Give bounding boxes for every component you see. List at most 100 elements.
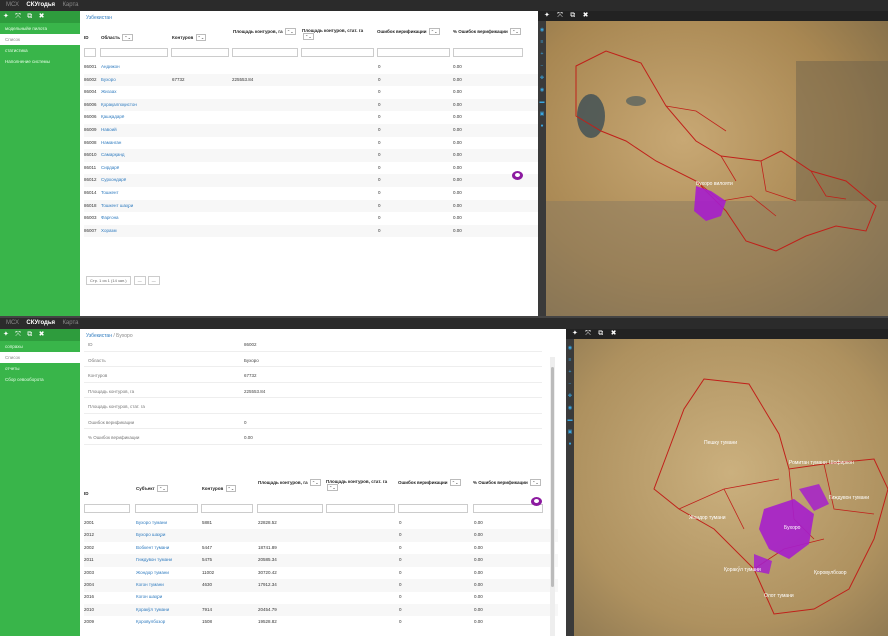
table-row[interactable]: 86011 Сирдарё 0 0.00 bbox=[84, 162, 538, 175]
cell-region-link[interactable]: Жиззах bbox=[101, 86, 117, 99]
cell-district-link[interactable]: Бухоро шаҳри bbox=[136, 529, 165, 542]
pager-next-button[interactable]: — bbox=[147, 276, 160, 285]
layers-icon[interactable]: ≡ bbox=[538, 39, 546, 45]
cell-region-link[interactable]: Навоий bbox=[101, 124, 117, 137]
plus-icon[interactable]: + bbox=[538, 51, 546, 57]
table-row[interactable]: 2009 Қоровулбозор 1508 19528.82 0 0.00 bbox=[84, 616, 558, 629]
table-row[interactable]: 86007 Хоразм 0 0.00 bbox=[84, 224, 538, 238]
cell-region-link[interactable]: Самарқанд bbox=[101, 149, 124, 162]
popout-icon[interactable]: ⧉ bbox=[598, 330, 603, 337]
col-header-stat-area[interactable]: Площадь контуров, стат. га ⌃⌄ bbox=[326, 479, 396, 491]
col-header-errors[interactable]: Ошибок верификации ⌃⌄ bbox=[398, 479, 468, 486]
cell-region-link[interactable]: Андижон bbox=[101, 61, 120, 74]
move-icon[interactable]: ✥ bbox=[566, 393, 574, 399]
filter-input-stat-area[interactable] bbox=[326, 504, 395, 513]
folder-icon[interactable]: ▬ bbox=[566, 417, 574, 423]
scrollbar[interactable] bbox=[550, 357, 555, 636]
col-header-errors-pct[interactable]: % Ошибок верификации ⌃⌄ bbox=[453, 28, 533, 35]
globe-icon[interactable]: ● bbox=[566, 441, 574, 447]
filter-input-errors-pct[interactable] bbox=[453, 48, 523, 57]
table-row[interactable]: 2001 Бухоро тумани 5881 22828.52 0 0.00 bbox=[84, 517, 558, 530]
popout-icon[interactable]: ⧉ bbox=[27, 13, 32, 20]
table-row[interactable]: 2011 Гиждувон тумани 5475 20585.34 0 0.00 bbox=[84, 554, 558, 567]
col-header-region[interactable]: Область ⌃⌄ bbox=[101, 34, 133, 41]
sidebar-item-filling[interactable]: Наполнение системы bbox=[0, 56, 80, 67]
cell-region-link[interactable]: Хоразм bbox=[101, 225, 117, 238]
scrollbar-thumb[interactable] bbox=[551, 367, 554, 587]
sidebar-item-pilots[interactable]: модельныйе пилота bbox=[0, 23, 80, 34]
table-row[interactable]: 86004 Жиззах 0 0.00 bbox=[84, 86, 538, 99]
menu-skugodya[interactable]: СКУгодья bbox=[23, 0, 58, 11]
sidebar-item-list[interactable]: Список bbox=[0, 34, 80, 45]
table-row[interactable]: 86003 Фарғона 0 0.00 bbox=[84, 212, 538, 225]
filter-input-errors[interactable] bbox=[377, 48, 450, 57]
eye-icon[interactable]: ◉ bbox=[538, 87, 546, 93]
filter-input-errors-pct[interactable] bbox=[473, 504, 543, 513]
sidebar-item-list[interactable]: Список bbox=[0, 352, 80, 363]
cell-district-link[interactable]: Жондор тумани bbox=[136, 567, 169, 580]
close-icon[interactable]: ✖ bbox=[611, 330, 617, 337]
close-icon[interactable]: ✖ bbox=[583, 12, 589, 19]
print-icon[interactable]: ▣ bbox=[538, 111, 546, 117]
filter-input-area[interactable] bbox=[257, 504, 323, 513]
menu-map[interactable]: Карта bbox=[59, 318, 81, 329]
table-row[interactable]: 86010 Самарқанд 0 0.00 bbox=[84, 149, 538, 162]
table-row[interactable]: 86009 Навоий 0 0.00 bbox=[84, 124, 538, 137]
cell-region-link[interactable]: Наманган bbox=[101, 137, 121, 150]
cell-district-link[interactable]: Қоровулбозор bbox=[136, 616, 165, 629]
filter-input-area[interactable] bbox=[232, 48, 298, 57]
cell-district-link[interactable]: Когон шаҳри bbox=[136, 591, 162, 604]
filter-input-contours[interactable] bbox=[171, 48, 229, 57]
satellite-map[interactable]: Пешку тумани Ромитан тумани Шофиркон Жон… bbox=[574, 339, 888, 636]
table-row[interactable]: 86006 Қорақалпоқистон 0 0.00 bbox=[84, 98, 538, 112]
cell-district-link[interactable]: Қоракўл тумани bbox=[136, 604, 169, 617]
close-icon[interactable]: ✖ bbox=[39, 331, 45, 338]
eye-icon[interactable] bbox=[531, 497, 542, 506]
cell-region-link[interactable]: Қашқадарё bbox=[101, 111, 124, 124]
filter-input-contours[interactable] bbox=[201, 504, 253, 513]
cell-region-link[interactable]: Тошкент шаҳри bbox=[101, 200, 133, 213]
col-header-contours[interactable]: Контуров ⌃⌄ bbox=[202, 485, 237, 492]
cell-region-link[interactable]: Сурхондарё bbox=[101, 174, 126, 187]
filter-input-id[interactable] bbox=[84, 504, 130, 513]
col-header-errors-pct[interactable]: % Ошибок верификации ⌃⌄ bbox=[473, 479, 548, 486]
minus-icon[interactable]: − bbox=[566, 381, 574, 387]
cell-district-link[interactable]: Вобкент тумани bbox=[136, 542, 169, 555]
filter-input-errors[interactable] bbox=[398, 504, 468, 513]
cell-district-link[interactable]: Когон тумани bbox=[136, 579, 164, 592]
col-header-area[interactable]: Площадь контуров, га ⌃⌄ bbox=[258, 479, 324, 486]
close-icon[interactable]: ✖ bbox=[39, 13, 45, 20]
pager-prev-button[interactable]: — bbox=[133, 276, 146, 285]
plus-icon[interactable]: + bbox=[566, 369, 574, 375]
satellite-map[interactable]: Бухоро вилояти bbox=[546, 21, 888, 317]
col-header-subject[interactable]: Субъект ⌃⌄ bbox=[136, 485, 168, 492]
layers-icon[interactable]: ≡ bbox=[566, 357, 574, 363]
eye-icon[interactable] bbox=[512, 171, 523, 180]
menu-map[interactable]: Карта bbox=[59, 0, 81, 11]
filter-input-id[interactable] bbox=[84, 48, 96, 57]
sidebar-item-reports[interactable]: отчеты bbox=[0, 363, 80, 374]
menu-mskh[interactable]: МСХ bbox=[0, 318, 22, 329]
col-header-stat-area[interactable]: Площадь контуров, стат. га ⌃⌄ bbox=[302, 28, 374, 40]
table-row[interactable]: 2012 Бухоро шаҳри 0 0.00 bbox=[84, 529, 558, 542]
move-icon[interactable]: ✥ bbox=[538, 75, 546, 81]
col-header-id[interactable]: ID bbox=[84, 491, 89, 496]
cell-region-link[interactable]: Сирдарё bbox=[101, 162, 119, 175]
minus-icon[interactable]: − bbox=[538, 63, 546, 69]
plus-icon[interactable]: ✦ bbox=[3, 331, 9, 338]
location-icon[interactable]: ◉ bbox=[566, 345, 574, 351]
globe-icon[interactable]: ● bbox=[538, 123, 546, 129]
table-row[interactable]: 2010 Қоракўл тумани 7914 20454.79 0 0.00 bbox=[84, 603, 558, 617]
print-icon[interactable]: ▣ bbox=[566, 429, 574, 435]
cell-region-link[interactable]: Тошкент bbox=[101, 187, 119, 200]
folder-icon[interactable]: ▬ bbox=[538, 99, 546, 105]
table-row[interactable]: 2003 Жондор тумани 11002 30720.42 0 0.00 bbox=[84, 567, 558, 580]
table-row[interactable]: 86014 Тошкент 0 0.00 bbox=[84, 187, 538, 200]
col-header-contours[interactable]: Контуров ⌃⌄ bbox=[172, 34, 207, 41]
cell-region-link[interactable]: Қорақалпоқистон bbox=[101, 99, 137, 112]
filter-input-region[interactable] bbox=[100, 48, 168, 57]
expand-icon[interactable]: ⤧ bbox=[557, 12, 563, 19]
table-row[interactable]: 86008 Наманган 0 0.00 bbox=[84, 137, 538, 150]
table-row[interactable]: 86002 Бухоро 67732 225553.84 0 0.00 bbox=[84, 73, 538, 87]
cell-region-link[interactable]: Бухоро bbox=[101, 74, 116, 87]
